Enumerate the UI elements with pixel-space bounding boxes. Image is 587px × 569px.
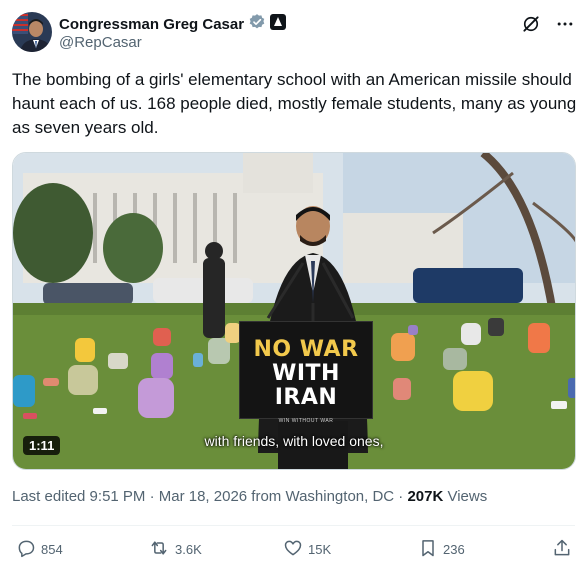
bookmark-button[interactable]: 236 <box>418 538 465 561</box>
bookmark-icon <box>418 538 438 561</box>
verified-badge-icon <box>248 13 266 36</box>
bookmark-count: 236 <box>443 542 465 557</box>
handle[interactable]: @RepCasar <box>59 34 142 51</box>
reply-button[interactable]: 854 <box>16 538 63 561</box>
sign-line-1: NO WAR <box>253 337 359 362</box>
government-affiliation-icon[interactable] <box>270 14 287 35</box>
views-label: Views <box>443 488 488 505</box>
divider <box>12 525 575 526</box>
video-player[interactable]: NO WAR WITH IRAN WIN WITHOUT WAR with fr… <box>12 152 576 470</box>
like-count: 15K <box>308 542 332 557</box>
heart-icon <box>283 538 303 561</box>
repost-button[interactable]: 3.6K <box>148 538 202 561</box>
tweet-meta: Last edited 9:51 PM · Mar 18, 2026 from … <box>12 488 487 505</box>
name-row: Congressman Greg Casar <box>59 13 287 36</box>
protest-sign: NO WAR WITH IRAN WIN WITHOUT WAR <box>239 321 373 424</box>
action-bar: 854 3.6K 15K 236 <box>12 538 575 562</box>
reply-count: 854 <box>41 542 63 557</box>
like-button[interactable]: 15K <box>283 538 331 561</box>
tweet-text: The bombing of a girls' elementary schoo… <box>12 70 577 137</box>
grok-icon[interactable] <box>521 14 541 39</box>
tweet-header: Congressman Greg Casar @RepCasar <box>12 12 575 56</box>
reply-icon <box>16 538 36 561</box>
duration-badge: 1:11 <box>23 436 61 455</box>
edited-info[interactable]: Last edited 9:51 PM · Mar 18, 2026 from … <box>12 488 407 505</box>
sign-small-text: WIN WITHOUT WAR <box>278 418 334 424</box>
share-icon <box>552 538 572 561</box>
display-name[interactable]: Congressman Greg Casar <box>59 16 244 33</box>
share-button[interactable] <box>552 538 572 561</box>
sign-line-2: WITH IRAN <box>272 361 340 410</box>
more-options-icon[interactable] <box>555 14 575 39</box>
repost-count: 3.6K <box>175 542 202 557</box>
repost-icon <box>148 538 170 561</box>
views-count[interactable]: 207K <box>407 488 443 505</box>
avatar[interactable] <box>12 12 52 52</box>
header-actions <box>521 14 575 39</box>
video-caption: with friends, with loved ones, <box>204 433 384 449</box>
